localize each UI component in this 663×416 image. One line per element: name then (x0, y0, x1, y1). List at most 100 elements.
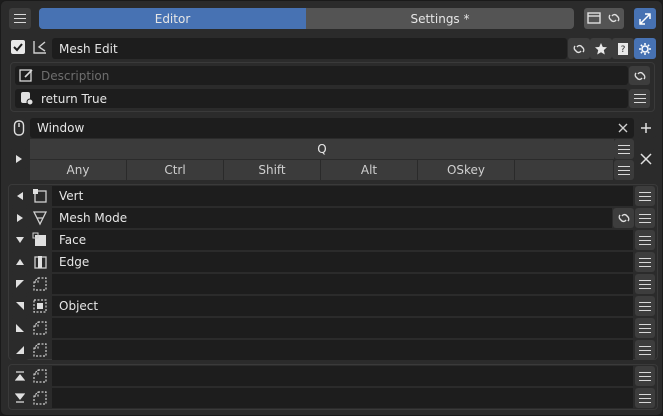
slot-icon-object[interactable] (31, 297, 49, 315)
slot-direction-northwest[interactable] (10, 274, 29, 294)
slot-icon-empty[interactable] (31, 341, 49, 359)
slot-label-field[interactable]: Object (52, 296, 633, 316)
slot-icon-face[interactable] (31, 231, 49, 249)
slot-menu-button[interactable] (635, 252, 655, 272)
slot-direction-bottom[interactable] (10, 388, 29, 408)
slot-label-field[interactable]: Face (52, 230, 633, 250)
slot-menu-button[interactable] (635, 296, 655, 316)
poll-menu-button[interactable] (629, 89, 650, 108)
arrow-down-icon (15, 237, 24, 243)
slot-icon-empty[interactable] (31, 367, 49, 385)
slot-label-field[interactable] (52, 274, 633, 294)
description-field[interactable]: Description (15, 66, 628, 85)
menu-icon (639, 235, 651, 245)
link-icon[interactable] (606, 11, 622, 25)
arrow-southwest-icon (15, 324, 24, 332)
slot-icon-empty[interactable] (31, 319, 49, 337)
arrow-right-icon (16, 214, 23, 222)
favorite-button[interactable] (590, 38, 612, 59)
modifier-alt[interactable]: Alt (321, 160, 418, 180)
slot-menu-button[interactable] (635, 186, 655, 206)
slot-menu-button[interactable] (635, 274, 655, 294)
item-name-field[interactable]: Mesh Edit (52, 38, 567, 59)
settings-icon (639, 42, 651, 55)
main-menu-button[interactable] (9, 8, 31, 29)
key-field[interactable]: Q (30, 139, 614, 159)
slot-direction-north[interactable] (10, 252, 29, 272)
slot-direction-southwest[interactable] (10, 318, 29, 338)
modifier-oskey[interactable]: OSkey (418, 160, 515, 180)
key-menu-button[interactable] (614, 139, 634, 159)
slot-direction-east[interactable] (10, 208, 29, 228)
slot-menu-button[interactable] (635, 340, 655, 360)
slot-menu-button[interactable] (635, 208, 655, 228)
modifier-blank (515, 160, 614, 180)
remove-hotkey-button[interactable] (636, 149, 656, 169)
slot-label-field[interactable] (52, 388, 633, 408)
enabled-checkbox[interactable] (11, 40, 25, 54)
slot-direction-south[interactable] (10, 230, 29, 250)
menu-icon (639, 345, 651, 355)
slot-menu-button[interactable] (635, 230, 655, 250)
expand-hotkey-button[interactable] (9, 149, 28, 169)
slot-label: Object (59, 299, 99, 313)
slot-label-field[interactable]: Vert (52, 186, 633, 206)
slot-direction-northeast[interactable] (10, 296, 29, 316)
clear-icon[interactable] (618, 123, 628, 133)
settings-button[interactable] (634, 38, 656, 59)
slot-menu-button[interactable] (635, 366, 655, 386)
slot-link-button[interactable] (613, 208, 634, 228)
description-link-button[interactable] (629, 66, 650, 85)
window-icon[interactable] (587, 12, 601, 24)
maximize-button[interactable] (634, 8, 656, 29)
plus-icon (641, 123, 651, 133)
modifier-any[interactable]: Any (30, 160, 127, 180)
link-icon (618, 213, 629, 223)
poll-field[interactable]: return True (15, 89, 628, 108)
slot-icon-mesh-mode[interactable] (31, 209, 49, 227)
help-button[interactable]: ? (612, 38, 634, 59)
slot-direction-top[interactable] (10, 366, 29, 386)
star-icon (595, 42, 607, 54)
pie-menu-type-icon[interactable] (31, 38, 49, 56)
slot-direction-southeast[interactable] (10, 340, 29, 360)
add-hotkey-button[interactable] (636, 118, 656, 138)
slot-menu-button[interactable] (635, 388, 655, 408)
menu-icon (639, 393, 651, 403)
slot-label-field[interactable] (52, 366, 633, 386)
tab-bar: Editor Settings * (39, 8, 574, 29)
slot-icon-empty[interactable] (31, 275, 49, 293)
slot-label-field[interactable]: Edge (52, 252, 633, 272)
arrow-left-icon (16, 192, 23, 200)
slot-icon-empty[interactable] (31, 389, 49, 407)
mouse-icon-button[interactable] (10, 118, 28, 138)
modifier-ctrl[interactable]: Ctrl (127, 160, 224, 180)
svg-text:?: ? (621, 45, 626, 55)
window-link-group (584, 8, 624, 29)
slot-icon-vert[interactable] (31, 187, 49, 205)
arrow-southeast-icon (15, 346, 24, 354)
object-icon (33, 299, 47, 313)
modifier-ctrl-label: Ctrl (164, 163, 186, 177)
slot-label-field[interactable] (52, 340, 633, 360)
slot-menu-button[interactable] (635, 318, 655, 338)
slot-direction-west[interactable] (10, 186, 29, 206)
edge-icon (34, 256, 47, 269)
empty-slot-icon (33, 369, 47, 383)
slot-icon-edge[interactable] (31, 253, 49, 271)
slot-label-field[interactable] (52, 318, 633, 338)
tab-settings[interactable]: Settings * (306, 8, 574, 29)
menu-icon (639, 213, 651, 223)
link-icon (634, 71, 645, 80)
item-link-button[interactable] (568, 38, 590, 59)
menu-icon (618, 144, 630, 154)
keymap-space-field[interactable]: Window (30, 118, 634, 138)
arrow-northwest-icon (15, 280, 24, 288)
help-icon: ? (618, 42, 628, 55)
slot-label-field[interactable]: Mesh Mode (52, 208, 612, 228)
tab-editor[interactable]: Editor (39, 8, 306, 29)
modifier-menu-button[interactable] (614, 160, 634, 180)
empty-slot-icon (33, 277, 47, 291)
modifier-shift[interactable]: Shift (224, 160, 321, 180)
tab-editor-label: Editor (154, 11, 191, 26)
